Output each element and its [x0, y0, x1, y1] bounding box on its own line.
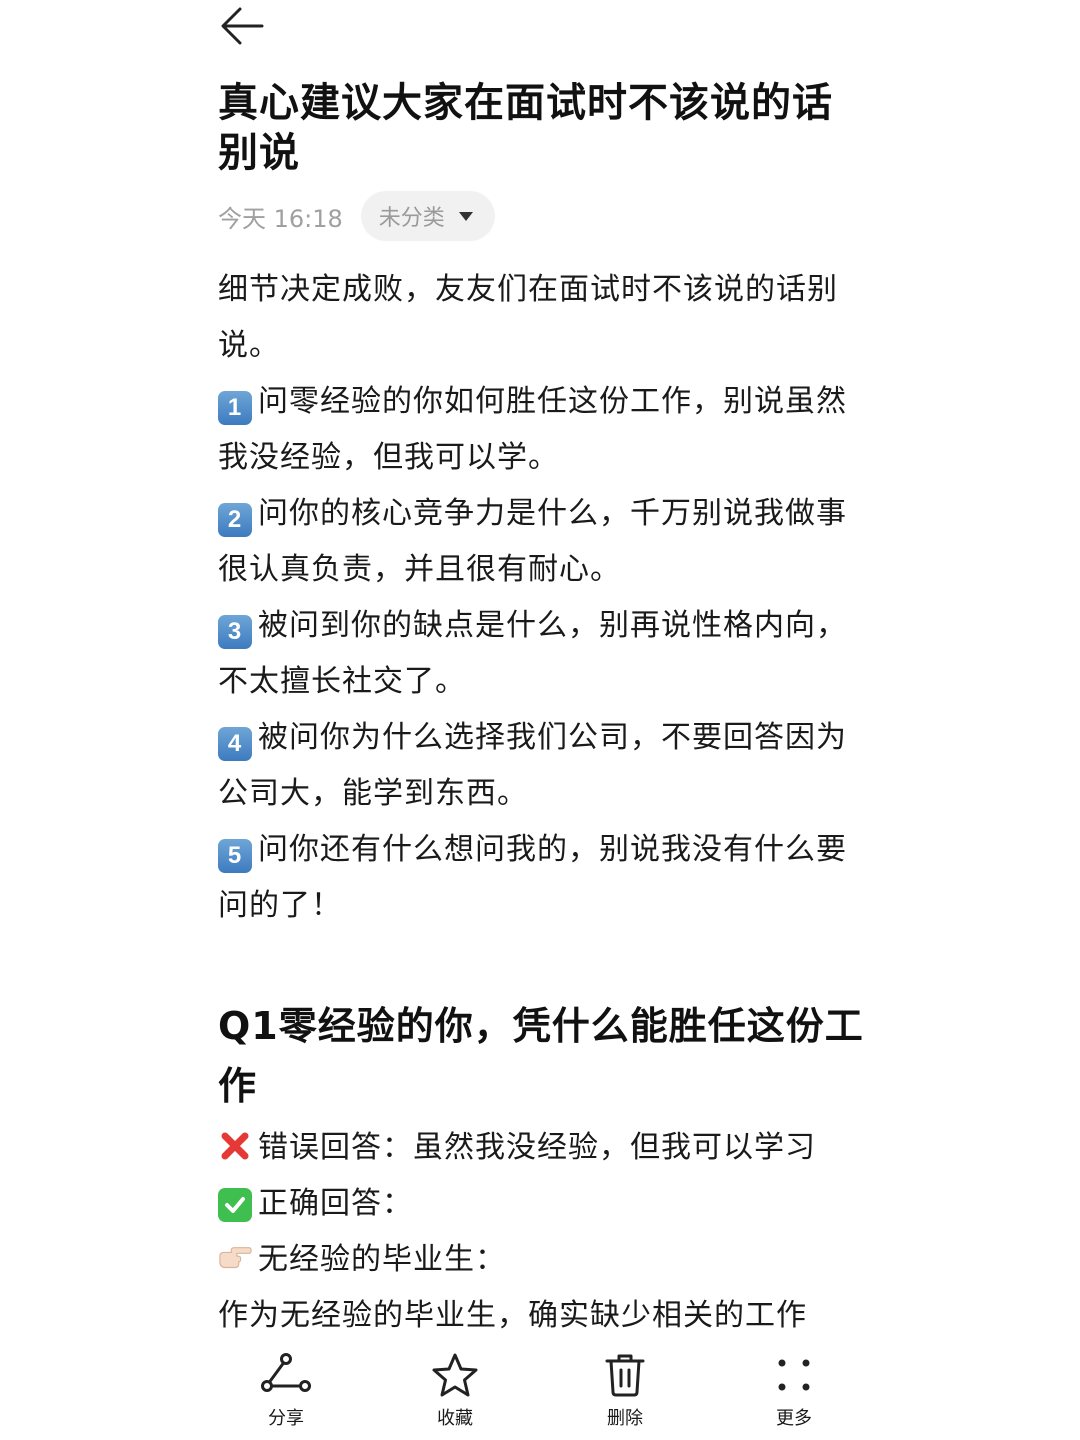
keycap-1-icon: 1 — [218, 391, 252, 425]
point-text: 被问到你的缺点是什么，别再说性格内向，不太擅长社交了。 — [218, 608, 847, 699]
wrong-answer-line: 错误回答：虽然我没经验，但我可以学习 — [218, 1120, 868, 1176]
share-button[interactable]: 分享 — [231, 1350, 341, 1434]
intro-paragraph: 细节决定成败，友友们在面试时不该说的话别说。 — [218, 272, 838, 363]
point-text: 被问你为什么选择我们公司，不要回答因为公司大，能学到东西。 — [218, 720, 847, 811]
point-text: 问你还有什么想问我的，别说我没有什么要问的了！ — [218, 832, 847, 923]
body-paragraph: 作为无经验的毕业生，确实缺少相关的工作 — [218, 1298, 807, 1333]
point-text: 问零经验的你如何胜任这份工作，别说虽然我没经验，但我可以学。 — [218, 384, 847, 475]
share-label: 分享 — [268, 1408, 304, 1429]
pointer-line: 无经验的毕业生： — [218, 1232, 868, 1288]
pointing-hand-icon — [218, 1242, 252, 1276]
delete-button[interactable]: 删除 — [570, 1350, 680, 1434]
delete-label: 删除 — [607, 1408, 643, 1429]
category-dropdown[interactable]: 未分类 — [360, 191, 495, 241]
wrong-answer-text: 错误回答：虽然我没经验，但我可以学习 — [258, 1130, 816, 1165]
keycap-2-icon: 2 — [218, 503, 252, 537]
note-content: 真心建议大家在面试时不该说的话别说 今天 16:18 未分类 细节决定成败，友友… — [218, 78, 868, 1344]
red-cross-icon — [218, 1129, 252, 1163]
category-label: 未分类 — [378, 206, 445, 231]
point-item: 2 问你的核心竞争力是什么，千万别说我做事很认真负责，并且很有耐心。 — [218, 486, 868, 598]
more-button[interactable]: 更多 — [739, 1350, 849, 1434]
keycap-5-icon: 5 — [218, 839, 252, 873]
back-arrow-icon — [221, 7, 264, 45]
back-button[interactable] — [214, 2, 270, 50]
right-answer-line: 正确回答： — [218, 1176, 868, 1232]
star-icon — [430, 1350, 480, 1400]
share-icon — [261, 1350, 311, 1400]
note-body: 细节决定成败，友友们在面试时不该说的话别说。 1 问零经验的你如何胜任这份工作，别… — [218, 262, 868, 1344]
note-title: 真心建议大家在面试时不该说的话别说 — [218, 80, 833, 176]
note-timestamp: 今天 16:18 — [218, 204, 343, 233]
point-item: 5 问你还有什么想问我的，别说我没有什么要问的了！ — [218, 822, 868, 934]
point-item: 1 问零经验的你如何胜任这份工作，别说虽然我没经验，但我可以学。 — [218, 374, 868, 486]
trash-icon — [600, 1350, 650, 1400]
favorite-button[interactable]: 收藏 — [400, 1350, 510, 1434]
section-title: Q1零经验的你，凭什么能胜任这份工作 — [218, 1004, 864, 1108]
favorite-label: 收藏 — [437, 1408, 473, 1429]
dropdown-triangle-icon — [458, 211, 473, 221]
more-dots-icon — [769, 1350, 819, 1400]
point-item: 3 被问到你的缺点是什么，别再说性格内向，不太擅长社交了。 — [218, 598, 868, 710]
more-label: 更多 — [776, 1408, 812, 1429]
green-check-icon — [218, 1188, 252, 1222]
point-item: 4 被问你为什么选择我们公司，不要回答因为公司大，能学到东西。 — [218, 710, 868, 822]
point-text: 问你的核心竞争力是什么，千万别说我做事很认真负责，并且很有耐心。 — [218, 496, 847, 587]
pointer-text: 无经验的毕业生： — [258, 1242, 506, 1277]
right-answer-text: 正确回答： — [258, 1186, 413, 1221]
note-meta: 今天 16:18 未分类 — [218, 190, 868, 242]
keycap-3-icon: 3 — [218, 615, 252, 649]
keycap-4-icon: 4 — [218, 727, 252, 761]
bottom-toolbar: 分享 收藏 删除 更多 — [0, 1340, 1080, 1440]
